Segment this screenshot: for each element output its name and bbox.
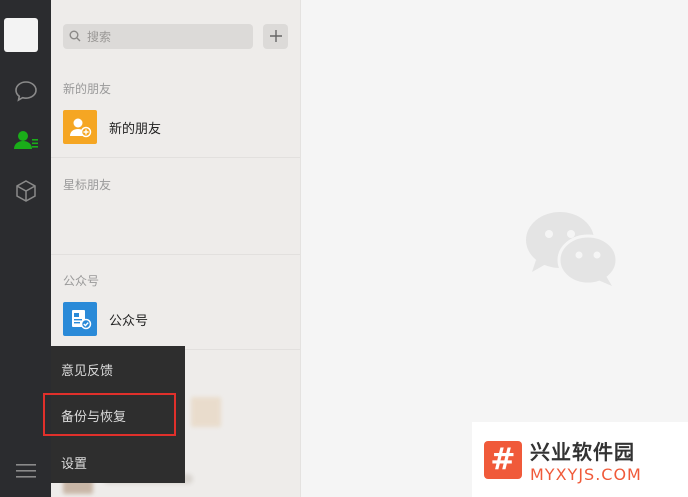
wechat-logo-icon — [522, 210, 622, 292]
new-friend-icon — [63, 110, 97, 144]
collections-tab[interactable] — [0, 171, 51, 211]
contacts-tab[interactable] — [0, 120, 51, 160]
section-header-new-friends: 新的朋友 — [63, 82, 112, 96]
brand-logo-icon: # — [484, 440, 522, 479]
more-menu-button[interactable] — [0, 455, 51, 491]
menu-item-feedback[interactable]: 意见反馈 — [51, 349, 185, 389]
official-account-icon — [63, 302, 97, 336]
brand-domain: MYXYJS.COM — [530, 464, 642, 484]
contact-row-new-friends[interactable]: 新的朋友 — [51, 101, 300, 153]
section-header-official: 公众号 — [63, 274, 100, 288]
contact-row-official[interactable]: 公众号 — [51, 293, 300, 345]
menu-item-settings[interactable]: 设置 — [51, 442, 185, 482]
brand-name: 兴业软件园 — [530, 439, 635, 464]
search-placeholder: 搜索 — [87, 30, 112, 44]
hamburger-icon — [15, 463, 36, 483]
search-icon — [69, 27, 81, 46]
divider — [51, 254, 300, 255]
settings-popup-menu: 意见反馈 备份与恢复 设置 — [51, 346, 185, 483]
divider — [51, 157, 300, 158]
search-input[interactable]: 搜索 — [63, 24, 253, 49]
site-watermark: # 兴业软件园 MYXYJS.COM — [472, 422, 688, 497]
section-header-starred: 星标朋友 — [63, 178, 112, 192]
contacts-icon — [13, 129, 39, 151]
list-item — [191, 395, 271, 429]
user-avatar[interactable] — [4, 18, 38, 52]
menu-item-backup-restore[interactable]: 备份与恢复 — [51, 395, 185, 435]
contact-row-label: 新的朋友 — [109, 121, 162, 137]
chat-bubble-icon — [14, 80, 38, 102]
contact-row-label: 公众号 — [109, 313, 149, 329]
cube-icon — [14, 179, 38, 203]
add-contact-button[interactable] — [263, 24, 288, 49]
plus-icon — [269, 27, 282, 46]
chat-tab[interactable] — [0, 71, 51, 111]
nav-rail — [0, 0, 51, 497]
